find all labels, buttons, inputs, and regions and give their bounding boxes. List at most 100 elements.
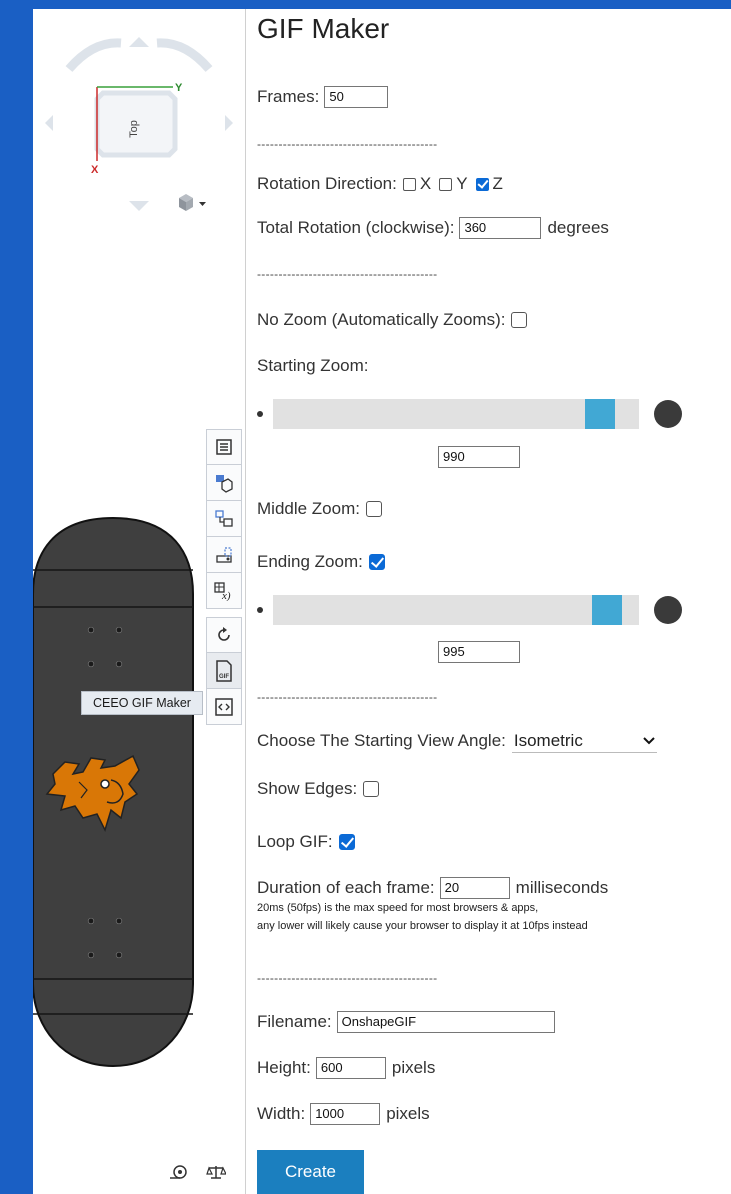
ending-zoom-label: Ending Zoom: xyxy=(257,552,363,571)
duration-note-1: 20ms (50fps) is the max speed for most b… xyxy=(257,902,539,914)
width-label: Width: xyxy=(257,1104,306,1123)
separator: ----------------------------------------… xyxy=(257,690,438,704)
rotation-x-label: X xyxy=(419,174,432,193)
ending-zoom-checkbox[interactable] xyxy=(368,554,385,570)
ending-zoom-slider[interactable] xyxy=(257,593,687,627)
frames-input[interactable]: 50 xyxy=(324,86,389,108)
gif-icon: GIF xyxy=(216,659,232,682)
rotation-z-checkbox[interactable] xyxy=(475,177,489,191)
middle-zoom-checkbox[interactable] xyxy=(365,501,382,517)
show-edges-checkbox[interactable] xyxy=(363,781,380,797)
loop-gif-row: Loop GIF: xyxy=(257,832,355,852)
sketch-icon xyxy=(216,546,232,563)
bottom-tools xyxy=(168,1164,226,1180)
view-angle-row: Choose The Starting View Angle: Isometri… xyxy=(257,729,657,753)
rotate-icon xyxy=(218,627,230,641)
ending-zoom-value-row: 995 xyxy=(438,641,520,663)
slider-max-knob[interactable] xyxy=(654,596,682,624)
total-rotation-unit: degrees xyxy=(547,218,609,237)
view-cube[interactable]: Y X Top xyxy=(33,9,245,239)
create-button[interactable]: Create xyxy=(257,1150,364,1194)
width-input[interactable]: 1000 xyxy=(310,1103,381,1125)
slider-track[interactable] xyxy=(273,595,639,625)
assembly-button[interactable] xyxy=(206,501,242,537)
view-mode-cube-icon[interactable] xyxy=(179,194,206,211)
variable-icon: x) xyxy=(214,581,231,601)
axis-y-label: Y xyxy=(175,82,183,94)
slider-handle[interactable] xyxy=(585,399,616,429)
starting-zoom-input[interactable]: 990 xyxy=(438,446,520,468)
arrow-down-icon xyxy=(129,201,149,211)
arrow-right-icon xyxy=(225,115,233,131)
duration-note-2: any lower will likely cause your browser… xyxy=(257,920,588,932)
slider-handle[interactable] xyxy=(592,595,623,625)
ending-zoom-input[interactable]: 995 xyxy=(438,641,520,663)
axis-x-label: X xyxy=(91,164,99,176)
view-angle-select[interactable]: Isometric xyxy=(511,729,657,753)
show-edges-label: Show Edges: xyxy=(257,779,358,798)
width-row: Width: 1000 pixels xyxy=(257,1103,430,1125)
variables-button[interactable]: x) xyxy=(206,573,242,609)
rotation-y-label: Y xyxy=(456,174,468,193)
parts-icon xyxy=(216,474,233,493)
starting-zoom-slider[interactable] xyxy=(257,397,687,431)
no-zoom-label: No Zoom (Automatically Zooms): xyxy=(257,310,506,329)
height-label: Height: xyxy=(257,1058,311,1077)
rotate-arc-left-icon xyxy=(65,38,122,73)
separator: ----------------------------------------… xyxy=(257,267,438,281)
no-zoom-row: No Zoom (Automatically Zooms): xyxy=(257,310,528,330)
svg-text:x): x) xyxy=(221,590,231,601)
cube-top-label: Top xyxy=(128,120,140,138)
starting-zoom-value-row: 990 xyxy=(438,446,520,468)
arrow-up-icon xyxy=(129,37,149,47)
sketch-button[interactable] xyxy=(206,537,242,573)
model-viewport[interactable]: Y X Top x) GIF CEEO GIF Maker xyxy=(33,9,245,1194)
slider-min-dot xyxy=(257,607,263,613)
rotate-button[interactable] xyxy=(206,617,242,653)
starting-zoom-label: Starting Zoom: xyxy=(257,356,369,375)
total-rotation-row: Total Rotation (clockwise): 360 degrees xyxy=(257,217,609,239)
height-input[interactable]: 600 xyxy=(315,1057,386,1079)
frames-row: Frames: 50 xyxy=(257,86,389,108)
loop-gif-label: Loop GIF: xyxy=(257,832,333,851)
separator: ----------------------------------------… xyxy=(257,137,438,151)
width-unit: pixels xyxy=(386,1104,430,1123)
panel-title: GIF Maker xyxy=(257,13,390,44)
total-rotation-input[interactable]: 360 xyxy=(459,217,542,239)
duration-input[interactable]: 20 xyxy=(439,877,510,899)
duration-unit: milliseconds xyxy=(515,878,609,897)
slider-track[interactable] xyxy=(273,399,639,429)
rotation-x-checkbox[interactable] xyxy=(402,177,416,191)
rotation-y-checkbox[interactable] xyxy=(439,177,453,191)
measure-tape-icon[interactable] xyxy=(168,1164,188,1180)
svg-text:GIF: GIF xyxy=(219,674,229,680)
no-zoom-checkbox[interactable] xyxy=(511,312,528,328)
list-icon xyxy=(216,439,232,455)
ending-zoom-row: Ending Zoom: xyxy=(257,552,385,572)
rotation-direction-row: Rotation Direction: X Y Z xyxy=(257,174,503,194)
height-row: Height: 600 pixels xyxy=(257,1057,435,1079)
middle-zoom-label: Middle Zoom: xyxy=(257,499,360,518)
frames-label: Frames: xyxy=(257,87,320,106)
slider-max-knob[interactable] xyxy=(654,400,682,428)
scale-icon[interactable] xyxy=(206,1164,226,1180)
view-angle-value: Isometric xyxy=(513,730,583,750)
assembly-icon xyxy=(215,509,233,527)
gif-maker-button[interactable]: GIF xyxy=(206,653,242,689)
height-unit: pixels xyxy=(391,1058,436,1077)
parts-button[interactable] xyxy=(206,465,242,501)
rotation-direction-label: Rotation Direction: xyxy=(257,174,397,193)
loop-gif-checkbox[interactable] xyxy=(338,834,355,850)
arrow-left-icon xyxy=(45,115,53,131)
duration-row: Duration of each frame: 20 milliseconds xyxy=(257,877,608,899)
code-button[interactable] xyxy=(206,689,242,725)
slider-min-dot xyxy=(257,411,263,417)
chevron-down-icon xyxy=(643,736,655,744)
filename-input[interactable]: OnshapeGIF xyxy=(336,1011,555,1033)
tooltip: CEEO GIF Maker xyxy=(81,691,203,715)
duration-label: Duration of each frame: xyxy=(257,878,435,897)
middle-zoom-row: Middle Zoom: xyxy=(257,499,382,519)
filename-label: Filename: xyxy=(257,1012,332,1031)
feature-list-button[interactable] xyxy=(206,429,242,465)
rotate-arc-right-icon xyxy=(156,38,213,73)
